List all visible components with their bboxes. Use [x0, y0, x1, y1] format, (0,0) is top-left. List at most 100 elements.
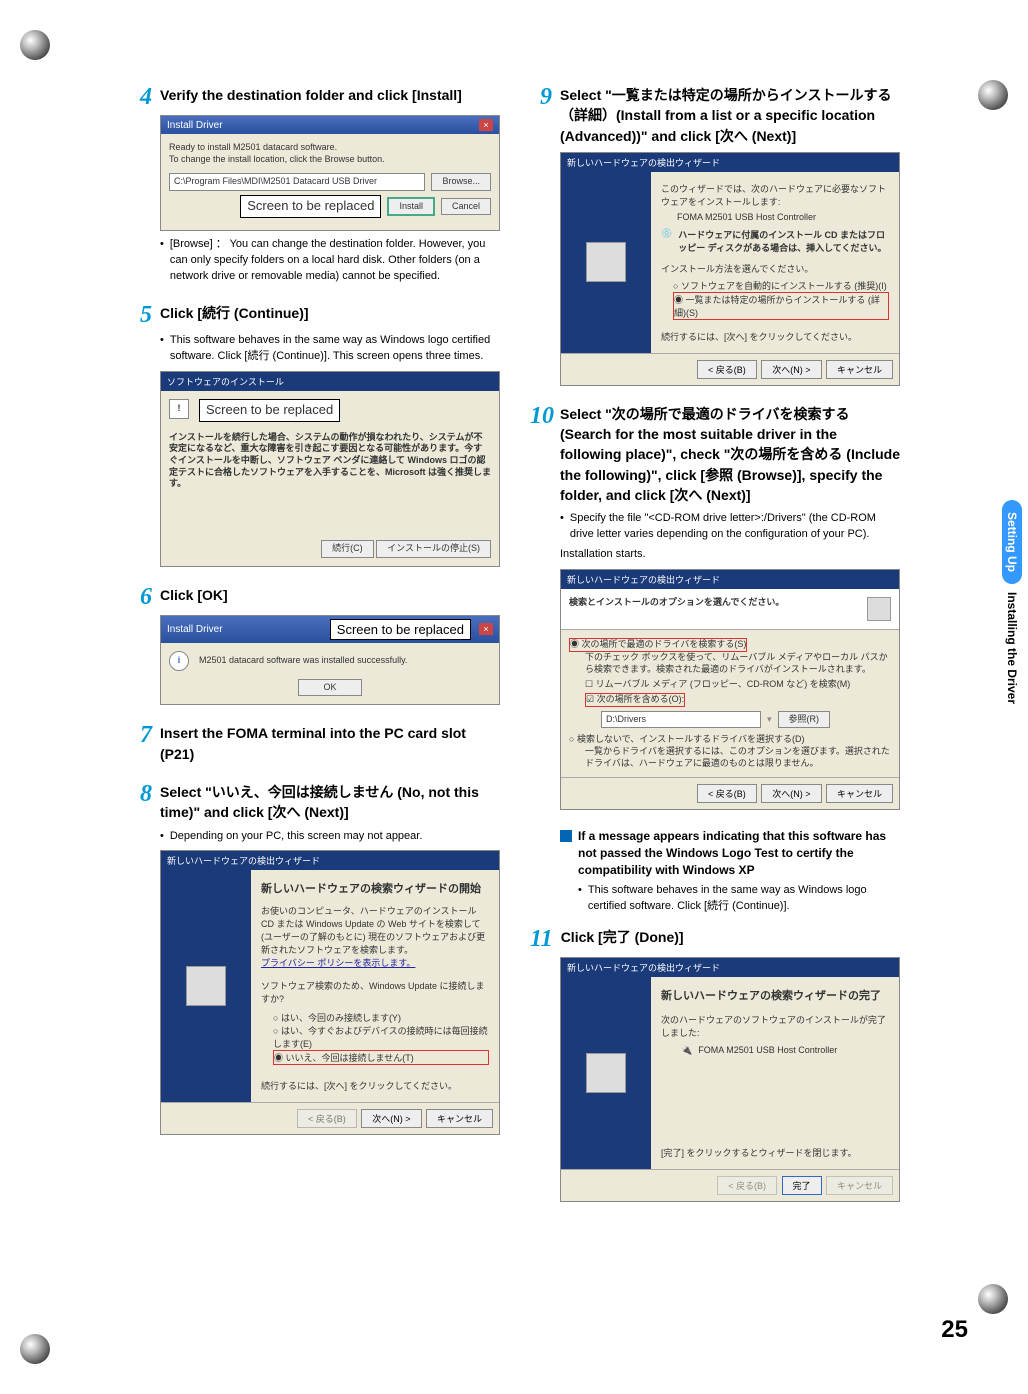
- hardware-wizard-dialog: 新しいハードウェアの検出ウィザード このウィザードでは、次のハードウェアに必要な…: [560, 152, 900, 386]
- radio-option-selected[interactable]: ◉ いいえ、今回は接続しません(T): [273, 1050, 489, 1065]
- page-content: 4 Verify the destination folder and clic…: [130, 85, 910, 1220]
- side-tab-topic: Installing the Driver: [1002, 584, 1022, 712]
- step-title: Click [続行 (Continue)]: [160, 303, 309, 323]
- dialog-title: ソフトウェアのインストール: [167, 375, 284, 388]
- bullet-icon: •: [560, 511, 564, 543]
- step-title: Verify the destination folder and click …: [160, 85, 462, 105]
- binder-ring: [20, 1334, 50, 1364]
- step-4: 4 Verify the destination folder and clic…: [130, 85, 500, 285]
- step-number: 11: [530, 927, 553, 951]
- option-description: 一覧からドライバを選択するには、このオプションを選びます。選択されたドライバは、…: [585, 746, 891, 769]
- software-install-dialog: ソフトウェアのインストール ! Screen to be replaced イン…: [160, 371, 500, 567]
- bullet-text: [Browse] ： You can change the destinatio…: [170, 237, 500, 285]
- device-name: FOMA M2501 USB Host Controller: [698, 1045, 837, 1055]
- replace-label: Screen to be replaced: [330, 619, 471, 640]
- search-options-dialog: 新しいハードウェアの検出ウィザード 検索とインストールのオプションを選んでくださ…: [560, 569, 900, 810]
- destination-path-field[interactable]: C:\Program Files\MDI\M2501 Datacard USB …: [169, 173, 425, 191]
- privacy-link[interactable]: プライバシー ポリシーを表示します。: [261, 956, 489, 969]
- install-driver-dialog: Install Driver × Ready to install M2501 …: [160, 115, 500, 231]
- right-column: 9 Select "一覧または特定の場所からインストールする（詳細）(Insta…: [530, 85, 900, 1220]
- replace-label: Screen to be replaced: [240, 195, 381, 218]
- step-number: 10: [530, 404, 552, 428]
- step-number: 5: [130, 303, 152, 327]
- binder-ring: [978, 80, 1008, 110]
- dropdown-icon[interactable]: ▾: [767, 714, 772, 726]
- cancel-button[interactable]: キャンセル: [826, 784, 893, 803]
- install-button[interactable]: Install: [387, 197, 435, 217]
- dialog-text: To change the install location, click th…: [169, 154, 491, 166]
- cancel-button[interactable]: キャンセル: [826, 360, 893, 379]
- done-button[interactable]: 完了: [782, 1176, 822, 1195]
- hardware-icon: [586, 242, 626, 282]
- back-button[interactable]: < 戻る(B): [697, 360, 757, 379]
- next-button[interactable]: 次へ(N) >: [761, 360, 821, 379]
- dialog-title: Install Driver: [167, 624, 223, 635]
- dialog-title: Install Driver: [167, 120, 223, 131]
- bullet-text: Depending on your PC, this screen may no…: [170, 829, 423, 845]
- wizard-sidebar: [561, 977, 651, 1169]
- bullet-icon: •: [160, 237, 164, 285]
- cd-icon: 💿: [661, 228, 672, 254]
- step-title: Select "次の場所で最適のドライバを検索する (Search for th…: [560, 404, 900, 505]
- checkbox-option-selected[interactable]: ☑ 次の場所を含める(O):: [585, 693, 685, 707]
- step-title: Insert the FOMA terminal into the PC car…: [160, 723, 500, 764]
- bullet-icon: •: [160, 333, 164, 365]
- step-10: 10 Select "次の場所で最適のドライバを検索する (Search for…: [530, 404, 900, 810]
- checkbox-option[interactable]: ☐ リムーバブル メディア (フロッピー、CD-ROM など) を検索(M): [585, 679, 891, 691]
- close-icon[interactable]: ×: [479, 119, 493, 131]
- info-note: If a message appears indicating that thi…: [560, 828, 900, 918]
- sub-text: Installation starts.: [560, 547, 900, 563]
- device-name: FOMA M2501 USB Host Controller: [677, 212, 889, 222]
- close-icon[interactable]: ×: [479, 623, 493, 635]
- wizard-heading: 検索とインストールのオプションを選んでください。: [569, 597, 784, 621]
- left-column: 4 Verify the destination folder and clic…: [130, 85, 500, 1220]
- step-title: Select "いいえ、今回は接続しません (No, not this time…: [160, 782, 500, 823]
- wizard-footer-text: 続行するには、[次へ] をクリックしてください。: [661, 330, 889, 343]
- install-success-dialog: Install Driver Screen to be replaced × i…: [160, 615, 500, 706]
- wizard-heading: 新しいハードウェアの検索ウィザードの完了: [661, 987, 889, 1003]
- dialog-title: 新しいハードウェアの検出ウィザード: [567, 156, 720, 169]
- dialog-title: 新しいハードウェアの検出ウィザード: [567, 961, 720, 974]
- radio-option[interactable]: ○ ソフトウェアを自動的にインストールする (推奨)(I): [673, 279, 889, 292]
- back-button: < 戻る(B): [297, 1109, 357, 1128]
- radio-option[interactable]: ○ はい、今すぐおよびデバイスの接続時には毎回接続します(E): [273, 1024, 489, 1050]
- wizard-footer-text: 続行するには、[次へ] をクリックしてください。: [261, 1079, 489, 1092]
- wizard-footer-text: [完了] をクリックするとウィザードを閉じます。: [661, 1146, 889, 1159]
- side-tab: Setting Up Installing the Driver: [1002, 500, 1022, 712]
- radio-option[interactable]: ○ 検索しないで、インストールするドライバを選択する(D): [569, 734, 891, 746]
- browse-button[interactable]: Browse...: [431, 173, 491, 191]
- step-number: 4: [130, 85, 152, 109]
- warning-icon: !: [169, 399, 189, 419]
- wizard-text: お使いのコンピュータ、ハードウェアのインストール CD または Windows …: [261, 904, 489, 956]
- option-description: 下のチェック ボックスを使って、リムーバブル メディアやローカル パスから検索で…: [585, 652, 891, 675]
- next-button[interactable]: 次へ(N) >: [761, 784, 821, 803]
- step-number: 8: [130, 782, 152, 806]
- hardware-icon: [586, 1053, 626, 1093]
- step-8: 8 Select "いいえ、今回は接続しません (No, not this ti…: [130, 782, 500, 1136]
- back-button[interactable]: < 戻る(B): [697, 784, 757, 803]
- hardware-wizard-dialog: 新しいハードウェアの検出ウィザード 新しいハードウェアの検索ウィザードの開始 お…: [160, 850, 500, 1135]
- wizard-sidebar: [561, 172, 651, 353]
- cancel-button[interactable]: Cancel: [441, 198, 491, 216]
- path-field[interactable]: D:\Drivers: [601, 711, 761, 729]
- continue-button[interactable]: 続行(C): [321, 540, 374, 558]
- step-5: 5 Click [続行 (Continue)] •This software b…: [130, 303, 500, 567]
- radio-option-selected[interactable]: ◉ 一覧または特定の場所からインストールする (詳細)(S): [673, 292, 889, 320]
- browse-button[interactable]: 参照(R): [778, 711, 831, 729]
- ok-button[interactable]: OK: [298, 679, 361, 697]
- usb-icon: 🔌: [681, 1045, 692, 1056]
- stop-install-button[interactable]: インストールの停止(S): [376, 540, 491, 558]
- bullet-icon: •: [160, 829, 164, 845]
- wizard-question: インストール方法を選んでください。: [661, 262, 889, 275]
- radio-option[interactable]: ○ はい、今回のみ接続します(Y): [273, 1011, 489, 1024]
- dialog-message: M2501 datacard software was installed su…: [199, 655, 407, 667]
- cancel-button[interactable]: キャンセル: [426, 1109, 493, 1128]
- bullet-text: Specify the file "<CD-ROM drive letter>:…: [570, 511, 900, 543]
- step-7: 7 Insert the FOMA terminal into the PC c…: [130, 723, 500, 764]
- radio-option-selected[interactable]: ◉ 次の場所で最適のドライバを検索する(S): [569, 638, 747, 652]
- dialog-text: Ready to install M2501 datacard software…: [169, 142, 491, 154]
- step-number: 6: [130, 585, 152, 609]
- wizard-question: ソフトウェア検索のため、Windows Update に接続しますか?: [261, 979, 489, 1005]
- next-button[interactable]: 次へ(N) >: [361, 1109, 421, 1128]
- wizard-sidebar: [161, 870, 251, 1102]
